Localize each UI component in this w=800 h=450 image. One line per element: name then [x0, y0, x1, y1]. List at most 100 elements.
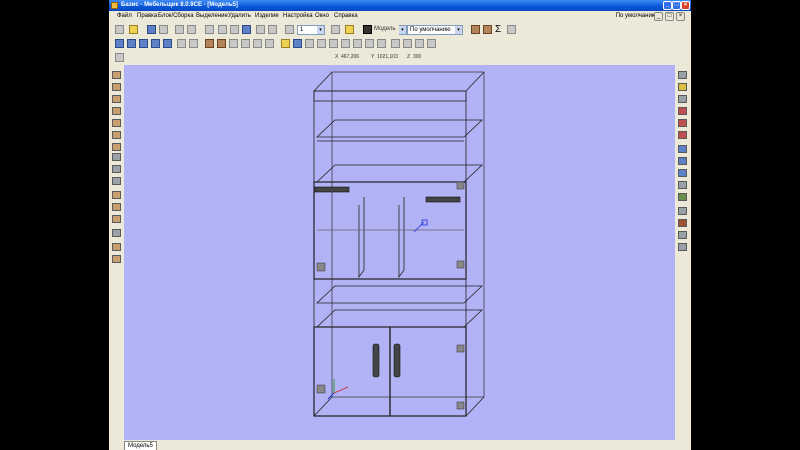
close-button[interactable]: × — [681, 1, 690, 10]
copy-icon[interactable] — [341, 39, 350, 48]
snap-icon[interactable] — [205, 25, 214, 34]
object-e-icon[interactable] — [678, 193, 687, 201]
align-icon[interactable] — [305, 39, 314, 48]
hatch2-icon[interactable] — [415, 39, 424, 48]
panel-tool-icon[interactable] — [112, 71, 121, 79]
ortho-icon[interactable] — [230, 25, 239, 34]
fastener-icon[interactable] — [112, 229, 121, 237]
open-file-icon[interactable] — [129, 25, 138, 34]
horizontal-panel-icon[interactable] — [112, 95, 121, 103]
undo-icon[interactable] — [175, 25, 184, 34]
profile-icon[interactable] — [112, 131, 121, 139]
mirror-icon[interactable] — [329, 39, 338, 48]
scale-icon[interactable] — [377, 39, 386, 48]
distribute-icon[interactable] — [317, 39, 326, 48]
zoom-icon[interactable] — [177, 39, 186, 48]
view-front-icon[interactable] — [115, 39, 124, 48]
color-dropdown[interactable]: ▾ — [399, 25, 407, 35]
cone-icon[interactable] — [112, 255, 121, 263]
menu-settings[interactable]: Настройка — [283, 12, 313, 21]
menu-help[interactable]: Справка — [334, 12, 358, 21]
door-icon[interactable] — [112, 203, 121, 211]
curved-panel-icon[interactable] — [112, 119, 121, 127]
bulb-icon[interactable] — [281, 39, 290, 48]
palette-icon[interactable] — [268, 25, 277, 34]
print-icon[interactable] — [159, 25, 168, 34]
menu-edit[interactable]: Правка — [137, 12, 157, 21]
texture-icon[interactable] — [217, 39, 226, 48]
sum-icon[interactable]: Σ — [495, 25, 504, 35]
chair-icon[interactable] — [678, 131, 687, 139]
frame-icon[interactable] — [112, 153, 121, 161]
vertical-divider-icon[interactable] — [112, 165, 121, 173]
object-i-icon[interactable] — [678, 243, 687, 251]
edge-icon[interactable] — [112, 215, 121, 223]
wire-icon[interactable] — [229, 39, 238, 48]
hidden-icon[interactable] — [241, 39, 250, 48]
mdi-close-button[interactable]: × — [676, 12, 685, 21]
front-panel-icon[interactable] — [112, 107, 121, 115]
object-g-icon[interactable] — [678, 219, 687, 227]
layers-icon[interactable] — [285, 25, 294, 34]
shade-icon[interactable] — [205, 39, 214, 48]
rotate-icon[interactable] — [189, 39, 198, 48]
library-icon[interactable] — [678, 95, 687, 103]
cabinet-icon[interactable] — [483, 25, 492, 34]
drawer-icon[interactable] — [112, 191, 121, 199]
mdi-minimize-button[interactable]: _ — [654, 12, 663, 21]
folder-icon[interactable] — [678, 83, 687, 91]
material-select[interactable]: По умолчанию ▾ — [407, 25, 463, 35]
array-icon[interactable] — [353, 39, 362, 48]
view-left-icon[interactable] — [139, 39, 148, 48]
glass-door-handle-right — [425, 196, 461, 203]
menu-file[interactable]: Файл — [117, 12, 132, 21]
move-icon[interactable] — [365, 39, 374, 48]
bed-icon[interactable] — [678, 119, 687, 127]
toolbar-main: 1 ▾ Модель ▾ По умолчанию ▾ Σ — [109, 23, 691, 36]
furniture-icon[interactable] — [678, 107, 687, 115]
grid-icon[interactable] — [218, 25, 227, 34]
object-a-icon[interactable] — [678, 145, 687, 153]
view-right-icon[interactable] — [151, 39, 160, 48]
magnet-icon[interactable] — [242, 25, 251, 34]
menu-block-assembly[interactable]: Блок/Сборка — [158, 12, 194, 21]
table-icon[interactable] — [427, 39, 436, 48]
menu-selection[interactable]: Выделение — [196, 12, 228, 21]
object-f-icon[interactable] — [678, 207, 687, 215]
new-file-icon[interactable] — [115, 25, 124, 34]
view-top-icon[interactable] — [127, 39, 136, 48]
vertical-panel-icon[interactable] — [112, 83, 121, 91]
horizontal-divider-icon[interactable] — [112, 177, 121, 185]
mdi-restore-button[interactable]: □ — [665, 12, 674, 21]
object-d-icon[interactable] — [678, 181, 687, 189]
hatch-icon[interactable] — [331, 25, 340, 34]
tab-model[interactable]: Модель5 — [124, 441, 157, 450]
text-icon[interactable] — [403, 39, 412, 48]
3d-viewport[interactable] — [124, 65, 675, 440]
object-c-icon[interactable] — [678, 169, 687, 177]
sphere-icon[interactable] — [112, 243, 121, 251]
minimize-button[interactable]: _ — [663, 1, 672, 10]
light-icon[interactable] — [345, 25, 354, 34]
color-swatch-icon[interactable] — [363, 25, 372, 34]
redo-icon[interactable] — [187, 25, 196, 34]
object-b-icon[interactable] — [678, 157, 687, 165]
menu-product[interactable]: Изделие — [255, 12, 279, 21]
save-icon[interactable] — [147, 25, 156, 34]
object-h-icon[interactable] — [678, 231, 687, 239]
menu-delete[interactable]: Удалить — [228, 12, 251, 21]
section-icon[interactable] — [265, 39, 274, 48]
dim-icon[interactable] — [391, 39, 400, 48]
report-icon[interactable] — [507, 25, 516, 34]
view-iso-icon[interactable] — [163, 39, 172, 48]
layer-select[interactable]: 1 ▾ — [297, 25, 325, 35]
maximize-button[interactable]: □ — [672, 1, 681, 10]
box-icon[interactable] — [253, 39, 262, 48]
box-panel-icon[interactable] — [112, 143, 121, 151]
measure-icon[interactable] — [256, 25, 265, 34]
help-icon[interactable] — [115, 53, 124, 62]
camera-icon[interactable] — [293, 39, 302, 48]
panel-icon[interactable] — [471, 25, 480, 34]
menu-window[interactable]: Окно — [315, 12, 329, 21]
palette-top-icon[interactable] — [678, 71, 687, 79]
